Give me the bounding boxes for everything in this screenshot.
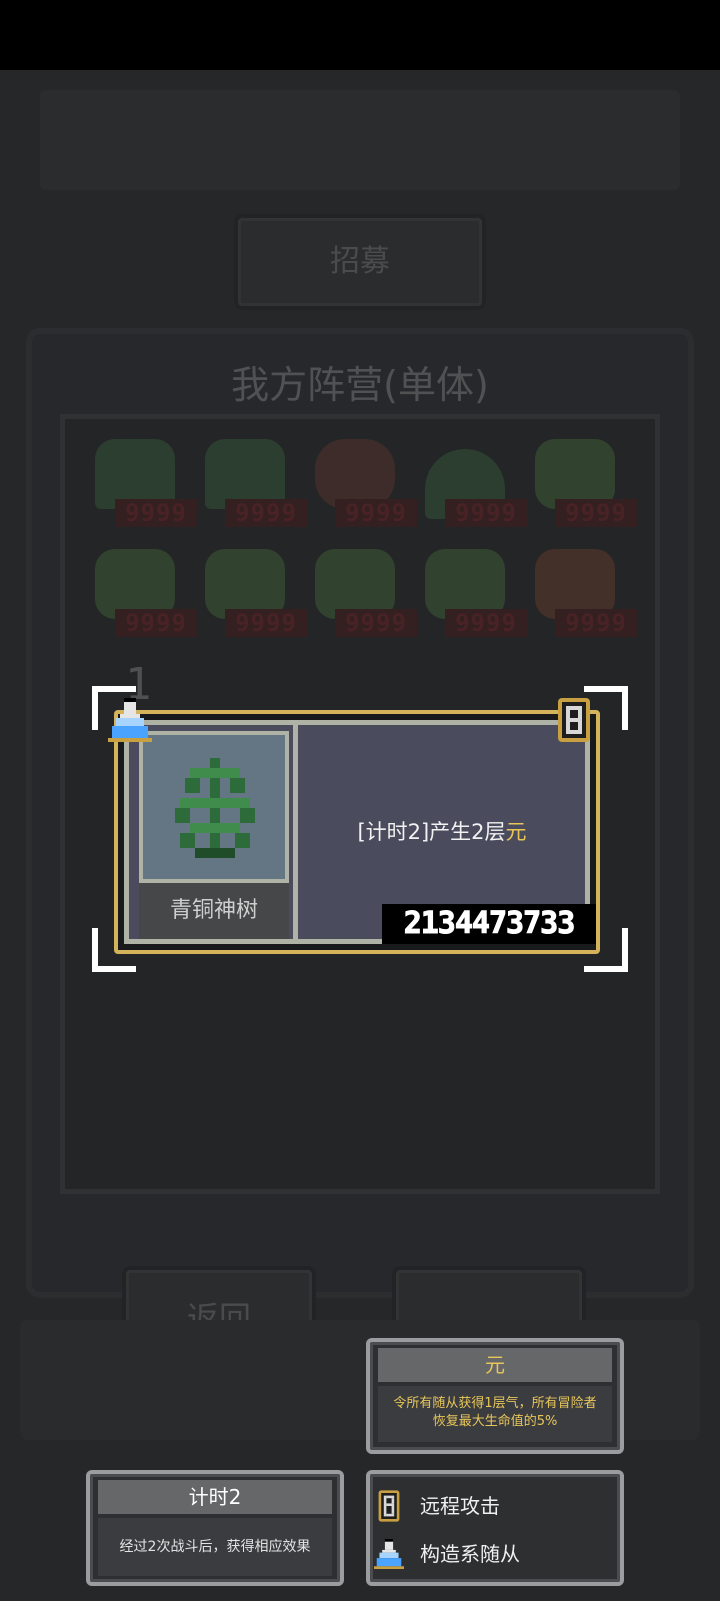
unit-hp: 9999 (555, 609, 637, 637)
unit-hp: 9999 (335, 609, 417, 637)
trait-ranged-label: 远程攻击 (420, 1494, 500, 1518)
bow-icon (558, 698, 590, 742)
tooltip-yuan-desc-line2: 恢复最大生命值的5% (432, 1414, 558, 1429)
top-banner (40, 90, 680, 190)
tooltip-timer: 计时2 经过2次战斗后，获得相应效果 (86, 1470, 344, 1586)
recruit-button: 招募 (234, 214, 486, 310)
card-effect-text: [计时2]产生2层 (357, 820, 506, 844)
camp-title: 我方阵营(单体) (231, 363, 489, 407)
card-effect-keyword[interactable]: 元 (506, 820, 527, 844)
tooltip-yuan-desc: 令所有随从获得1层气，所有冒险者 恢复最大生命值的5% (378, 1386, 612, 1442)
tooltip-traits: 远程攻击 构造系随从 (366, 1470, 624, 1586)
card-divider (293, 725, 298, 939)
unit-hp: 9999 (445, 609, 527, 637)
tooltip-timer-desc-text: 经过2次战斗后，获得相应效果 (119, 1539, 311, 1555)
trait-ranged: 远程攻击 (378, 1488, 610, 1524)
card-name-box: 青铜神树 (139, 883, 289, 939)
bronze-tree-icon (175, 758, 255, 858)
tooltip-yuan-desc-line1: 令所有随从获得1层气，所有冒险者 (393, 1396, 597, 1411)
card-portrait (139, 731, 289, 883)
status-bar (0, 0, 720, 70)
trait-construct-label: 构造系随从 (420, 1542, 520, 1566)
recruit-button-label: 招募 (330, 244, 390, 279)
unit-hp: 9999 (445, 499, 527, 527)
unit-hp: 9999 (115, 499, 197, 527)
tooltip-yuan-title-text: 元 (485, 1353, 505, 1377)
tooltip-timer-desc: 经过2次战斗后，获得相应效果 (98, 1518, 332, 1576)
card-popup[interactable]: 青铜神树 [计时2]产生2层元 2134473733 (92, 686, 628, 972)
trait-construct: 构造系随从 (374, 1536, 610, 1572)
tooltip-timer-title-text: 计时2 (188, 1485, 242, 1509)
unit-hp: 9999 (225, 499, 307, 527)
unit-hp: 9999 (555, 499, 637, 527)
tooltip-yuan: 元 令所有随从获得1层气，所有冒险者 恢复最大生命值的5% (366, 1338, 624, 1454)
bow-icon (378, 1490, 400, 1522)
tooltip-timer-title: 计时2 (98, 1480, 332, 1514)
flask-icon (374, 1539, 404, 1569)
unit-hp: 9999 (225, 609, 307, 637)
unit-hp: 9999 (115, 609, 197, 637)
tooltip-yuan-title: 元 (378, 1348, 612, 1382)
card-name: 青铜神树 (169, 898, 258, 923)
unit-hp: 9999 (335, 499, 417, 527)
flask-icon (108, 698, 152, 742)
card-id-number: 2134473733 (382, 904, 596, 944)
